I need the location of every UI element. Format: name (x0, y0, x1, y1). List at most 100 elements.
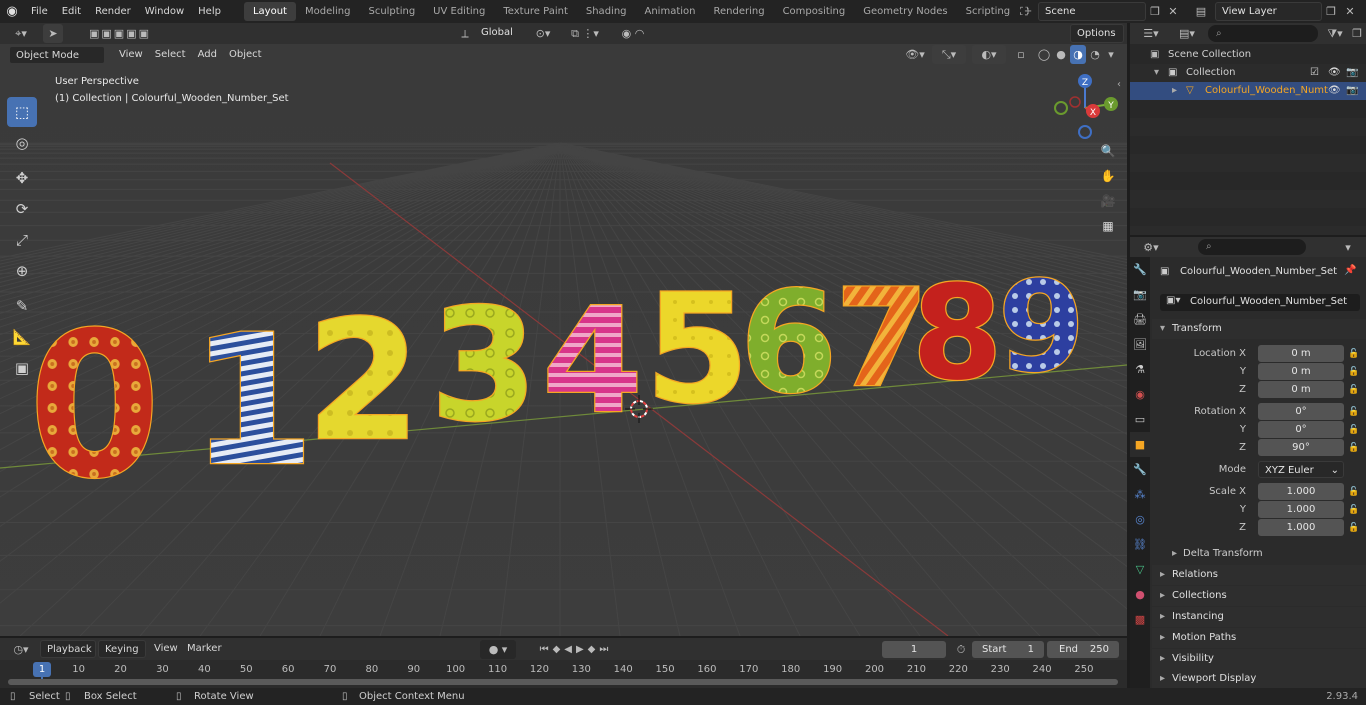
outliner-row-scene-collection[interactable]: ▣ Scene Collection (1130, 46, 1366, 64)
location-x-field[interactable]: 0 m (1258, 345, 1344, 362)
object-tab-icon[interactable]: ■ (1130, 432, 1150, 457)
relations-panel-header[interactable]: ▸ Relations (1152, 565, 1366, 585)
camera-view-icon[interactable]: 🎥 (1097, 190, 1119, 212)
lock-icon[interactable]: 🔓 (1348, 421, 1359, 439)
gizmo-toggle-icon[interactable]: ⤡▾ (932, 45, 966, 64)
pivot-point-icon[interactable]: ⊙▾ (530, 24, 556, 43)
tab-modeling[interactable]: Modeling (296, 2, 360, 21)
timeline-editor-type-icon[interactable]: ◷▾ (8, 640, 34, 659)
orthographic-grid-icon[interactable]: ▦ (1097, 215, 1119, 237)
tab-rendering[interactable]: Rendering (704, 2, 773, 21)
menu-file[interactable]: File (24, 0, 55, 23)
blender-logo-icon[interactable]: ◉ (0, 0, 24, 23)
object-name-field[interactable]: ▣▾ Colourful_Wooden_Number_Set (1160, 294, 1360, 311)
digit-8-object[interactable]: 8 (911, 256, 1004, 411)
keying-menu[interactable]: Keying (98, 640, 146, 658)
viewport-menu-object[interactable]: Object (223, 46, 268, 64)
lock-icon[interactable]: 🔓 (1348, 345, 1359, 363)
menu-render[interactable]: Render (88, 0, 138, 23)
transform-orientation-dropdown[interactable]: Global (475, 24, 525, 43)
zoom-icon[interactable]: 🔍 (1097, 140, 1119, 162)
scale-y-field[interactable]: 1.000 (1258, 501, 1344, 518)
location-z-field[interactable]: 0 m (1258, 381, 1344, 398)
properties-search-input[interactable]: ⌕ (1198, 239, 1306, 255)
tab-geometry-nodes[interactable]: Geometry Nodes (854, 2, 956, 21)
delete-view-layer-icon[interactable]: ✕ (1342, 2, 1358, 21)
mesh-data-tab-icon[interactable]: ▽ (1130, 557, 1150, 582)
timeline-scrollbar[interactable] (8, 679, 1118, 685)
viewport-display-panel-header[interactable]: ▸ Viewport Display (1152, 669, 1366, 688)
outliner-row-object[interactable]: ▸ ▽ Colourful_Wooden_Numt 👁 📷 (1130, 82, 1366, 100)
scale-x-field[interactable]: 1.000 (1258, 483, 1344, 500)
cursor-tool-icon[interactable]: ◎ (7, 128, 37, 158)
particles-tab-icon[interactable]: ⁂ (1130, 482, 1150, 507)
rotate-tool-icon[interactable]: ⟳ (7, 194, 37, 224)
object-render-camera-icon[interactable]: 📷 (1346, 82, 1358, 100)
outliner-search-input[interactable]: ⌕ (1208, 25, 1318, 42)
view-layer-selector[interactable]: View Layer (1215, 2, 1322, 21)
tab-shading[interactable]: Shading (577, 2, 636, 21)
rendered-shading-icon[interactable]: ◔ (1087, 45, 1103, 64)
rotation-mode-dropdown[interactable]: XYZ Euler ⌄ (1258, 461, 1344, 478)
tab-texture-paint[interactable]: Texture Paint (494, 2, 577, 21)
3d-viewport[interactable]: 0 1 2 3 4 5 6 7 8 9 Z Y X User Perspecti… (0, 23, 1127, 636)
annotate-tool-icon[interactable]: ✎ (7, 291, 37, 321)
lock-icon[interactable]: 🔓 (1348, 519, 1359, 537)
playback-menu[interactable]: Playback (40, 640, 96, 658)
marker-menu[interactable]: Marker (181, 640, 228, 658)
constraints-tab-icon[interactable]: ⛓ (1130, 532, 1150, 557)
output-tab-icon[interactable]: 🖨 (1130, 307, 1150, 332)
viewport-menu-view[interactable]: View (113, 46, 149, 64)
visibility-panel-header[interactable]: ▸ Visibility (1152, 649, 1366, 669)
collapse-icon[interactable]: ▾ (1154, 64, 1159, 82)
active-tool-icon[interactable]: ➤ (43, 24, 63, 43)
pin-icon[interactable]: 📌 (1344, 265, 1356, 276)
wireframe-shading-icon[interactable]: ◯ (1036, 45, 1052, 64)
rotation-x-field[interactable]: 0° (1258, 403, 1344, 420)
object-hide-eye-icon[interactable]: 👁 (1328, 82, 1341, 100)
viewport-menu-select[interactable]: Select (149, 46, 192, 64)
navigation-gizmo[interactable]: Z Y X (1054, 74, 1118, 139)
lock-icon[interactable]: 🔓 (1348, 501, 1359, 519)
viewport-menu-add[interactable]: Add (192, 46, 223, 64)
new-view-layer-icon[interactable]: ❐ (1323, 2, 1339, 21)
digit-6-object[interactable]: 6 (739, 261, 839, 427)
measure-tool-icon[interactable]: 📐 (7, 322, 37, 352)
timeline-view-menu[interactable]: View (148, 640, 184, 658)
digit-2-object[interactable]: 2 (305, 284, 422, 479)
scene-icon[interactable]: ⛶ (1012, 2, 1036, 21)
new-collection-icon[interactable]: ❐ (1350, 24, 1364, 43)
digit-0-object[interactable]: 0 (27, 289, 162, 524)
lock-icon[interactable]: 🔓 (1348, 381, 1359, 399)
current-frame-field[interactable]: 1 (882, 641, 946, 658)
tool-tab-icon[interactable]: 🔧 (1130, 257, 1150, 282)
snapping-icon[interactable]: ⧉ ⋮▾ (560, 24, 610, 43)
proportional-edit-icon[interactable]: ◉ ◠ (612, 24, 654, 43)
outliner-row-collection[interactable]: ▾ ▣ Collection ☑ 👁 📷 (1130, 64, 1366, 82)
lock-icon[interactable]: 🔓 (1348, 403, 1359, 421)
transform-tool-icon[interactable]: ⊕ (7, 256, 37, 286)
add-cube-tool-icon[interactable]: ▣ (7, 353, 37, 383)
material-preview-icon[interactable]: ◑ (1070, 45, 1086, 64)
object-mode-dropdown[interactable]: Object Mode (9, 46, 105, 64)
tab-animation[interactable]: Animation (636, 2, 705, 21)
render-tab-icon[interactable]: 📷 (1130, 282, 1150, 307)
rotation-z-field[interactable]: 90° (1258, 439, 1344, 456)
move-tool-icon[interactable]: ✥ (7, 163, 37, 193)
digit-4-object[interactable]: 4 (541, 276, 644, 448)
xray-toggle-icon[interactable]: ▫ (1013, 45, 1029, 64)
playback-controls-icons[interactable]: ⏮◆◀▶◆⏭ (522, 640, 630, 659)
tab-layout[interactable]: Layout (243, 2, 296, 21)
delta-transform-subpanel[interactable]: ▸ Delta Transform (1152, 545, 1366, 563)
editor-type-icon[interactable]: ⌖▾ (6, 24, 36, 43)
outliner-filter-icon[interactable]: ⧩▾ (1322, 24, 1348, 43)
expand-icon[interactable]: ▸ (1172, 82, 1177, 100)
tab-uv-editing[interactable]: UV Editing (424, 2, 494, 21)
location-y-field[interactable]: 0 m (1258, 363, 1344, 380)
texture-tab-icon[interactable]: ▩ (1130, 607, 1150, 632)
view-layer-tab-icon[interactable]: 🖼 (1130, 332, 1150, 357)
display-mode-icon[interactable]: ▤▾ (1174, 24, 1200, 43)
timer-icon[interactable]: ⏱ (953, 640, 969, 659)
visibility-filter-icon[interactable]: 👁▾ (903, 45, 927, 64)
menu-help[interactable]: Help (191, 0, 228, 23)
